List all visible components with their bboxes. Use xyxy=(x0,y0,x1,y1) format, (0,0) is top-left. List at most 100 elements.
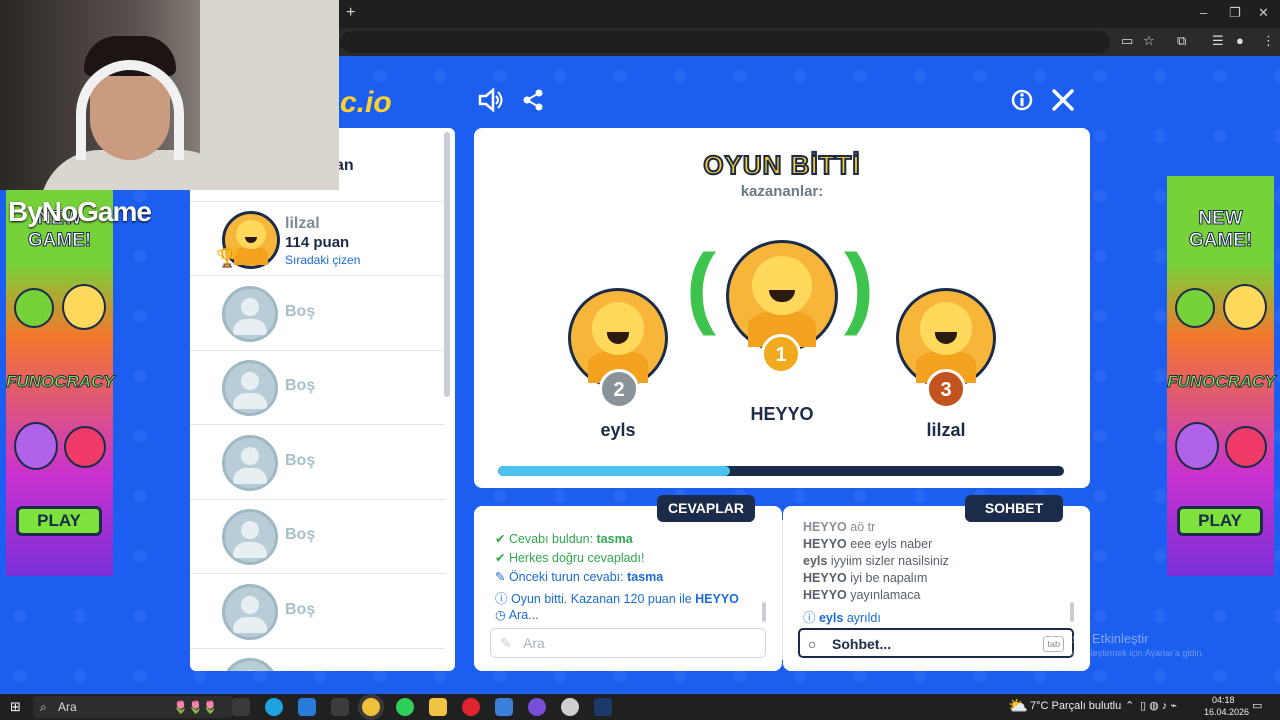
tulips-icon: 🌷🌷🌷 xyxy=(173,700,218,714)
answer-message: ✎ Önceki turun cevabı: tasma xyxy=(495,570,664,584)
maximize-button[interactable]: ❐ xyxy=(1229,5,1241,21)
url-field[interactable] xyxy=(340,31,1110,53)
speaker-icon[interactable] xyxy=(478,88,504,112)
ad-new-game-label: NEW GAME! xyxy=(1188,208,1253,252)
angry-face-icon xyxy=(64,426,106,468)
ad-play-button[interactable]: PLAY xyxy=(1177,506,1263,536)
chrome-icon[interactable] xyxy=(362,698,380,716)
opera-icon[interactable] xyxy=(462,698,480,716)
gold-medal-icon: 1 xyxy=(761,334,801,374)
info-icon[interactable] xyxy=(1011,89,1033,111)
pencil-icon: ✎ xyxy=(500,635,512,651)
empty-avatar-icon xyxy=(222,584,278,640)
app-icon[interactable] xyxy=(528,698,546,716)
chat-scrollbar[interactable] xyxy=(1070,602,1074,622)
close-window-button[interactable]: ✕ xyxy=(1258,5,1269,21)
player-row-empty[interactable]: Boş xyxy=(190,575,445,649)
game-over-title: OYUN BİTTİ xyxy=(702,149,861,181)
chat-message: HEYYO yayınlamaca xyxy=(803,588,921,602)
empty-avatar-icon xyxy=(222,509,278,565)
clock-icon: ◷ xyxy=(495,608,509,622)
answer-message: ✔ Herkes doğru cevapladı! xyxy=(495,551,645,565)
answers-scrollbar[interactable] xyxy=(762,602,766,622)
steam-icon[interactable] xyxy=(594,698,612,716)
bookmark-star-icon[interactable]: ☆ xyxy=(1143,33,1155,49)
info-circle-icon: ⓘ xyxy=(803,611,819,625)
player-row-empty[interactable]: Boş xyxy=(190,426,445,500)
share-icon[interactable] xyxy=(522,89,544,111)
player-row-empty[interactable]: Boş xyxy=(190,277,445,351)
minimize-button[interactable]: – xyxy=(1200,5,1207,20)
app-icon[interactable] xyxy=(561,698,579,716)
ad-play-button[interactable]: PLAY xyxy=(16,506,102,536)
chat-message: HEYYO eee eyls naber xyxy=(803,537,933,551)
ad-brand-label: FUNOCRACY xyxy=(6,372,116,392)
player-list: an 🏆 lilzal 114 puan Sıradaki çizen Boş … xyxy=(190,128,455,671)
empty-avatar-icon xyxy=(222,360,278,416)
tab-answers[interactable]: CEVAPLAR xyxy=(657,495,755,522)
profile-icon[interactable]: ● xyxy=(1236,33,1244,48)
result-panel: OYUN BİTTİ kazananlar: ( ) 2 eyls 1 HEYY… xyxy=(474,128,1090,488)
ad-banner-right[interactable]: NEW GAME! FUNOCRACY PLAY xyxy=(1167,176,1276,576)
player-row[interactable]: 🏆 lilzal 114 puan Sıradaki çizen xyxy=(190,202,445,276)
tray-chevron-icon[interactable]: ⌃ xyxy=(1125,699,1134,712)
answer-message: ✔ Cevabı buldun: tasma xyxy=(495,532,633,546)
windows-start-icon[interactable]: ⊞ xyxy=(10,699,21,715)
player-row-empty[interactable] xyxy=(190,649,445,671)
silver-medal-icon: 2 xyxy=(599,369,639,409)
check-icon: ✔ xyxy=(495,551,509,565)
menu-icon[interactable]: ⋮ xyxy=(1262,33,1275,49)
extensions-icon[interactable]: ⧉ xyxy=(1177,33,1186,49)
weather-text[interactable]: 7°C Parçalı bulutlu xyxy=(1030,700,1121,712)
player-score: 114 puan xyxy=(285,234,350,251)
empty-slot-label: Boş xyxy=(285,526,316,543)
laurel-right-icon: ) xyxy=(844,237,874,337)
clock-date[interactable]: 16.04.2026 xyxy=(1204,707,1249,717)
task-view-icon[interactable] xyxy=(232,698,250,716)
player-row-empty[interactable]: Boş xyxy=(190,351,445,425)
answer-input[interactable]: ✎ Ara xyxy=(490,628,766,658)
app-icon[interactable] xyxy=(495,698,513,716)
weather-icon: ⛅ xyxy=(1008,698,1028,715)
activation-watermark-text: Windows'u etkinleştirmek için Ayarlar'a … xyxy=(1026,648,1204,658)
thumbs-up-icon xyxy=(14,288,54,328)
chat-message: eyls iyyiim sizler nasilsiniz xyxy=(803,554,949,568)
store-icon[interactable] xyxy=(331,698,349,716)
notifications-icon[interactable]: ▭ xyxy=(1252,699,1262,712)
clock-time[interactable]: 04:18 xyxy=(1212,695,1235,705)
taskbar-search[interactable]: ⌕ Ara 🌷🌷🌷 xyxy=(33,696,233,718)
new-tab-button[interactable]: + xyxy=(346,4,355,22)
empty-slot-label: Boş xyxy=(285,452,316,469)
ad-banner-left[interactable]: NEW GAME! FUNOCRACY PLAY xyxy=(6,176,116,576)
thumbs-up-icon xyxy=(1175,288,1215,328)
chat-message: HEYYO iyi be napalım xyxy=(803,571,928,585)
webcam-overlay xyxy=(0,0,339,190)
chat-message: ⓘ eyls ayrıldı xyxy=(803,611,881,625)
reading-list-icon[interactable]: ☰ xyxy=(1212,33,1224,49)
edge-icon[interactable] xyxy=(265,698,283,716)
game-logo: c.io xyxy=(340,86,392,119)
tab-chat[interactable]: SOHBET xyxy=(965,495,1063,522)
headphones xyxy=(76,60,184,160)
empty-avatar-icon xyxy=(222,658,278,671)
character-icon xyxy=(62,284,106,330)
cast-icon[interactable]: ▭ xyxy=(1121,33,1133,49)
character-icon xyxy=(1223,284,1267,330)
trophy-icon: 🏆 xyxy=(216,248,239,268)
round-progress-fill xyxy=(498,466,731,476)
tray-icons[interactable]: ▯ ◍ ♪ ⌁ xyxy=(1140,699,1177,712)
laurel-left-icon: ( xyxy=(686,237,716,337)
empty-slot-label: Boş xyxy=(285,303,316,320)
player-row-empty[interactable]: Boş xyxy=(190,500,445,574)
round-progress-bar xyxy=(498,466,1064,476)
chat-message: HEYYO aö tr xyxy=(803,520,876,534)
close-icon[interactable] xyxy=(1051,88,1075,112)
empty-avatar-icon xyxy=(222,286,278,342)
check-icon: ✔ xyxy=(495,532,509,546)
outlook-icon[interactable] xyxy=(298,698,316,716)
activation-watermark-title: Windows'u Etkinleştir xyxy=(1026,631,1149,646)
player-list-scrollbar[interactable] xyxy=(444,132,450,397)
file-explorer-icon[interactable] xyxy=(429,698,447,716)
whatsapp-icon[interactable] xyxy=(396,698,414,716)
winners-subtitle: kazananlar: xyxy=(740,183,824,200)
